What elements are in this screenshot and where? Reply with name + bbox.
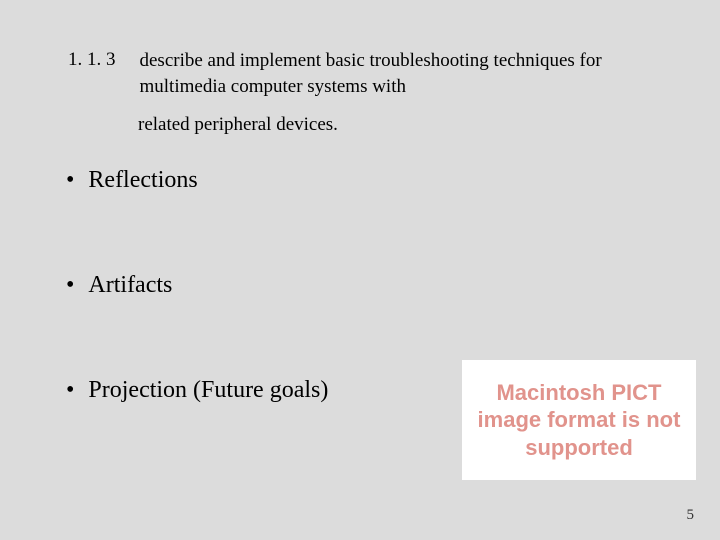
pict-placeholder-message: Macintosh PICT image format is not suppo… (470, 379, 688, 462)
bullet-dot-icon: • (66, 271, 74, 300)
list-item-label: Projection (Future goals) (88, 376, 328, 405)
standard-description-part1: describe and implement basic troubleshoo… (140, 48, 649, 99)
standard-description-part2: related peripheral devices. (138, 112, 338, 138)
pict-placeholder: Macintosh PICT image format is not suppo… (462, 360, 696, 480)
list-item-label: Reflections (88, 166, 197, 195)
page-number: 5 (687, 507, 695, 524)
standard-row: 1. 1. 3 describe and implement basic tro… (68, 48, 648, 99)
standard-number: 1. 1. 3 (68, 48, 116, 73)
bullet-dot-icon: • (66, 376, 74, 405)
list-item: • Artifacts (66, 271, 626, 300)
list-item: • Reflections (66, 166, 626, 195)
bullet-dot-icon: • (66, 166, 74, 195)
list-item-label: Artifacts (88, 271, 172, 300)
